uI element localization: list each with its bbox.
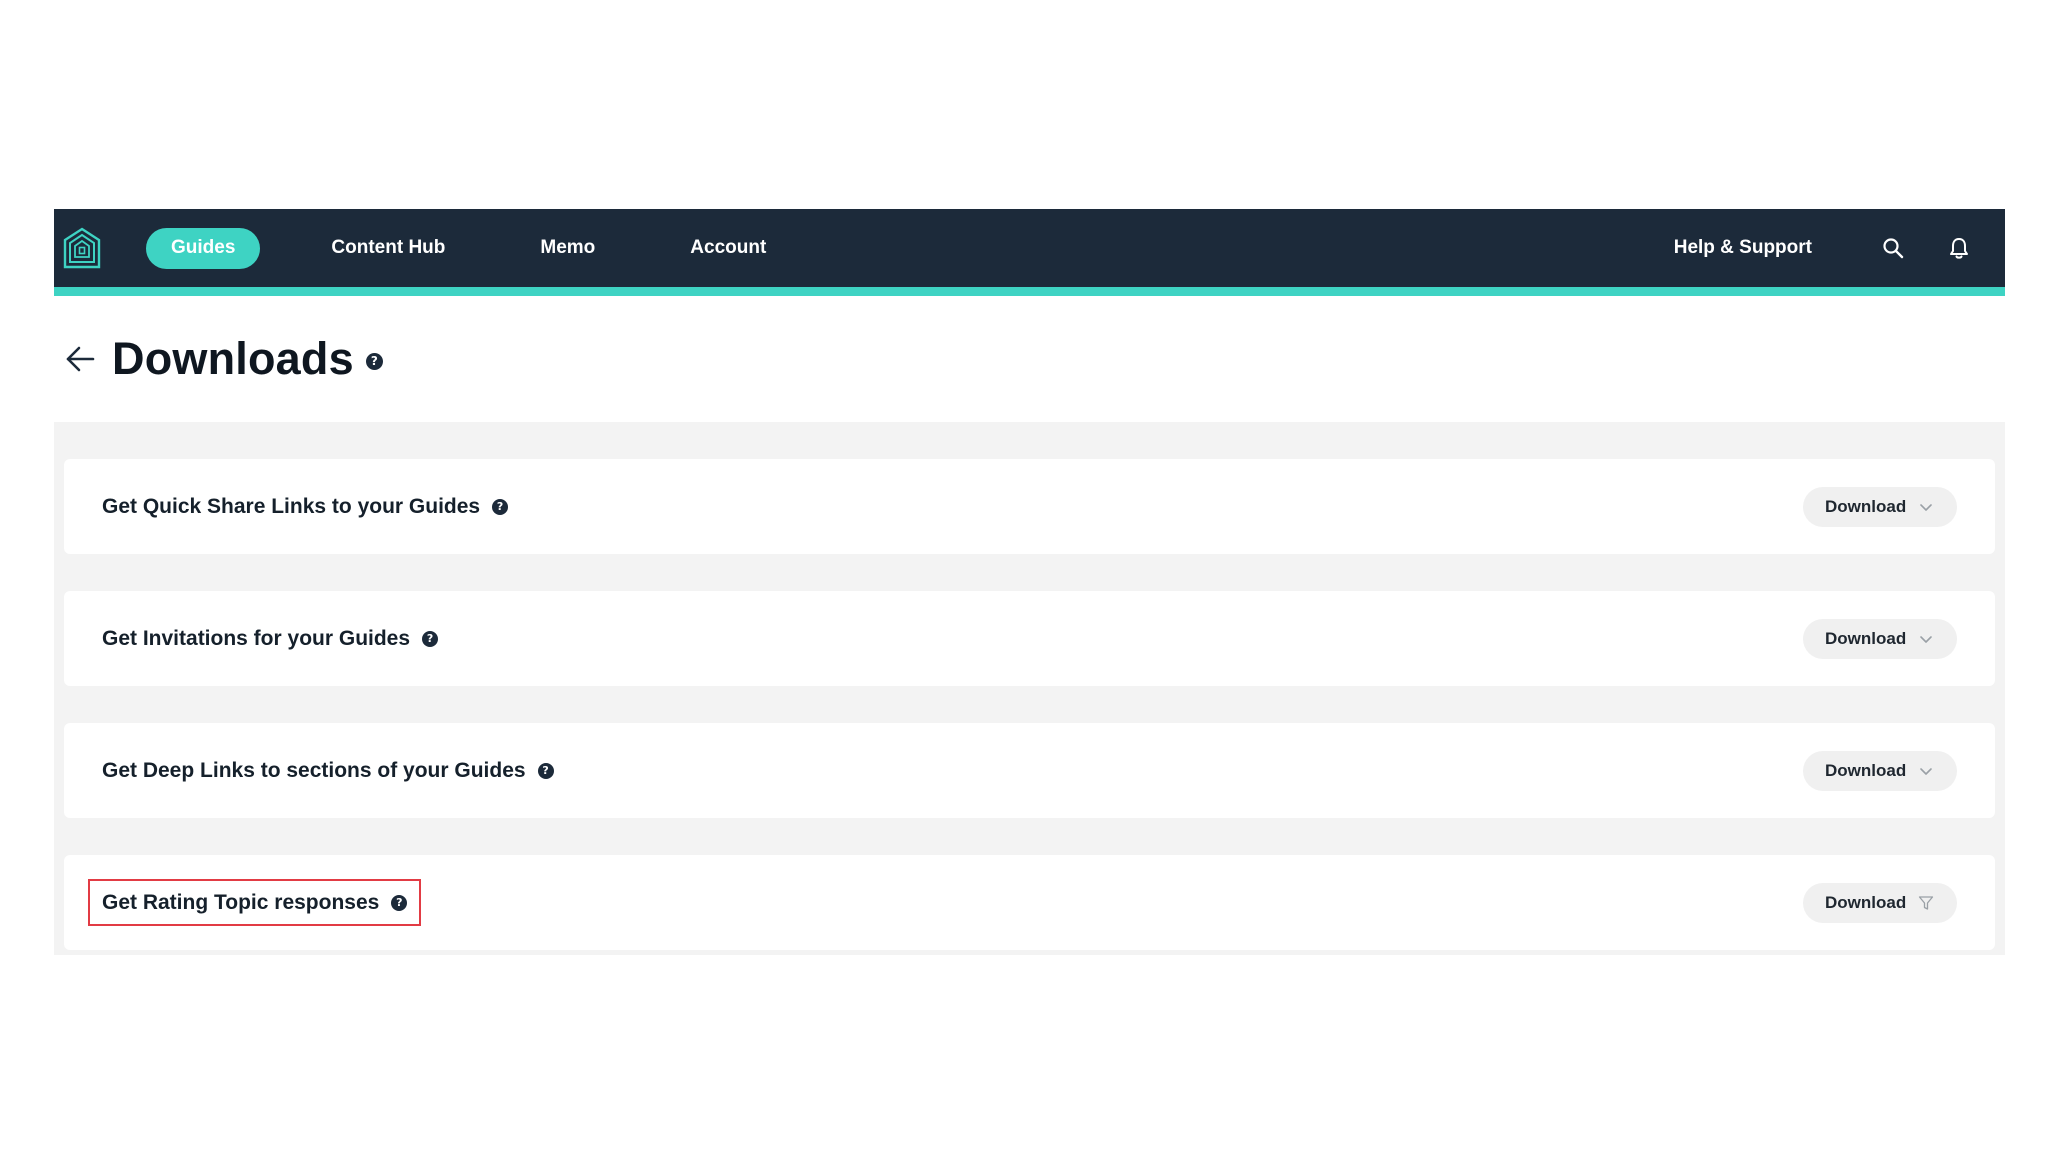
- back-arrow-icon[interactable]: [62, 341, 98, 377]
- help-support-link[interactable]: Help & Support: [1674, 237, 1812, 259]
- help-icon[interactable]: ?: [422, 630, 439, 647]
- download-button[interactable]: Download: [1803, 618, 1957, 659]
- download-card-deep-links: Get Deep Links to sections of your Guide…: [64, 723, 1995, 818]
- download-card-invitations: Get Invitations for your Guides ? Downlo…: [64, 591, 1995, 686]
- filter-icon: [1918, 895, 1934, 911]
- download-card-rating-topic-responses: Get Rating Topic responses ? Download: [64, 855, 1995, 950]
- card-label: Get Rating Topic responses: [102, 890, 380, 914]
- card-label-group: Get Invitations for your Guides ?: [88, 615, 452, 662]
- download-button-label: Download: [1825, 496, 1907, 516]
- top-navigation: Guides Content Hub Memo Account Help & S…: [54, 209, 2005, 287]
- card-label: Get Invitations for your Guides: [102, 626, 411, 650]
- download-card-quick-share-links: Get Quick Share Links to your Guides ? D…: [64, 459, 1995, 554]
- page-header: Downloads ?: [54, 296, 2005, 422]
- nav-tab-account[interactable]: Account: [690, 237, 766, 259]
- app-frame: Guides Content Hub Memo Account Help & S…: [54, 209, 2005, 955]
- nav-accent-bar: [54, 287, 2005, 296]
- bell-icon[interactable]: [1946, 235, 1972, 261]
- page-title: Downloads: [112, 333, 354, 384]
- download-button-label: Download: [1825, 628, 1907, 648]
- logo-icon[interactable]: [62, 226, 102, 270]
- help-icon[interactable]: ?: [492, 498, 509, 515]
- nav-tab-memo[interactable]: Memo: [540, 237, 595, 259]
- card-label-group: Get Deep Links to sections of your Guide…: [88, 747, 568, 794]
- help-icon[interactable]: ?: [365, 352, 383, 370]
- card-label-group: Get Quick Share Links to your Guides ?: [88, 483, 522, 530]
- card-label-group-highlighted: Get Rating Topic responses ?: [88, 879, 422, 926]
- nav-tab-content-hub[interactable]: Content Hub: [331, 237, 445, 259]
- help-icon[interactable]: ?: [537, 762, 554, 779]
- nav-right-group: Help & Support: [1674, 235, 1972, 261]
- download-button[interactable]: Download: [1803, 750, 1957, 791]
- chevron-down-icon: [1918, 631, 1934, 647]
- nav-tab-guides[interactable]: Guides: [146, 227, 261, 269]
- downloads-panel: Get Quick Share Links to your Guides ? D…: [54, 422, 2005, 955]
- download-button[interactable]: Download: [1803, 486, 1957, 527]
- download-button-label: Download: [1825, 760, 1907, 780]
- card-label: Get Deep Links to sections of your Guide…: [102, 758, 526, 782]
- download-button[interactable]: Download: [1803, 882, 1957, 923]
- chevron-down-icon: [1918, 763, 1934, 779]
- help-icon[interactable]: ?: [391, 894, 408, 911]
- card-label: Get Quick Share Links to your Guides: [102, 494, 481, 518]
- search-icon[interactable]: [1880, 235, 1906, 261]
- chevron-down-icon: [1918, 499, 1934, 515]
- download-button-label: Download: [1825, 892, 1907, 912]
